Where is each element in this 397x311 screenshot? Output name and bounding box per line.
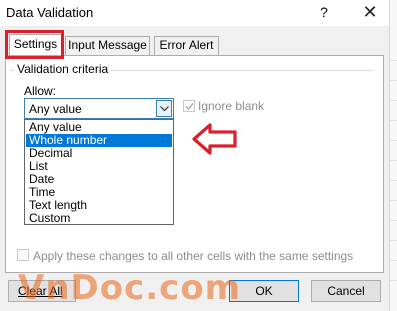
close-button[interactable]: ✕ — [355, 0, 385, 24]
tab-input-message[interactable]: Input Message — [65, 36, 150, 55]
allow-dropdown[interactable]: Any value — [24, 98, 174, 119]
allow-dropdown-value: Any value — [29, 102, 82, 116]
apply-all-label: Apply these changes to all other cells w… — [33, 249, 354, 263]
help-button[interactable]: ? — [313, 0, 335, 24]
validation-criteria-title: Validation criteria — [14, 62, 112, 76]
allow-label: Allow: — [24, 84, 57, 98]
apply-all-checkbox[interactable] — [17, 249, 29, 261]
ignore-blank-checkbox[interactable] — [183, 100, 195, 112]
watermark-logo: VnDoc.com — [18, 268, 242, 308]
tab-error-alert[interactable]: Error Alert — [154, 36, 219, 55]
allow-options-list[interactable]: Any value Whole number Decimal List Date… — [24, 119, 174, 225]
background-sheet-edge — [389, 0, 397, 311]
ignore-blank-label: Ignore blank — [198, 99, 265, 113]
chevron-down-icon[interactable] — [156, 100, 172, 117]
dialog-title: Data Validation — [6, 5, 94, 20]
red-arrow-icon — [192, 123, 237, 155]
cancel-button[interactable]: Cancel — [311, 280, 381, 302]
title-bar: Data Validation ? ✕ — [0, 0, 397, 26]
option-custom[interactable]: Custom — [26, 212, 172, 225]
settings-tab-highlight — [5, 30, 64, 59]
